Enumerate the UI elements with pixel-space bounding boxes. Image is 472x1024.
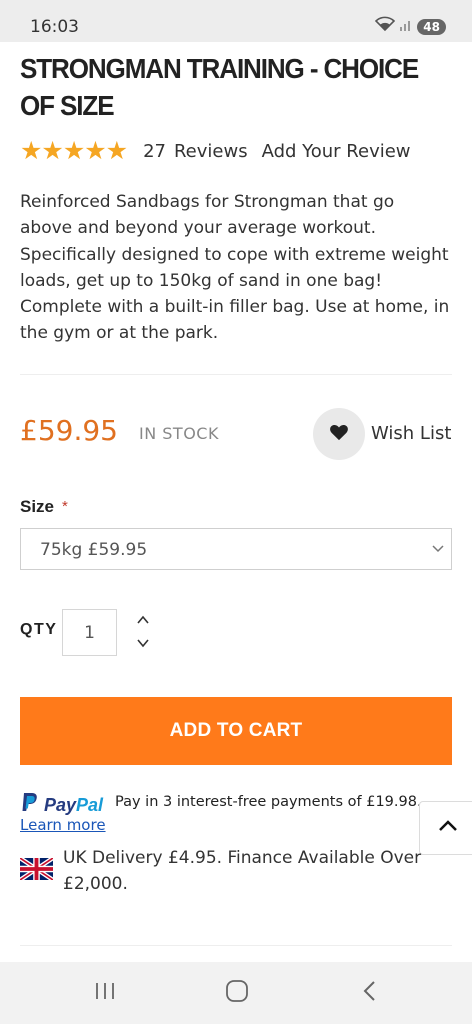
paypal-message: Pay in 3 interest-free payments of £19.9…: [115, 794, 422, 810]
wifi-icon: [375, 16, 396, 37]
chevron-down-icon: [431, 541, 445, 560]
signal-icon: [399, 17, 413, 36]
heart-icon: [329, 423, 349, 446]
recent-apps-icon[interactable]: [94, 980, 116, 1007]
product-title: STRONGMAN TRAINING - CHOICE OF SIZE: [20, 53, 419, 121]
learn-more-link[interactable]: Learn more: [20, 816, 106, 834]
delivery-info: UK Delivery £4.95. Finance Available Ove…: [63, 848, 422, 894]
add-to-cart-button[interactable]: ADD TO CART: [20, 697, 452, 765]
chevron-up-icon: [438, 819, 458, 838]
paypal-logo: PayPal: [21, 792, 103, 818]
system-nav-bar: [0, 962, 472, 1024]
battery-icon: 48: [417, 18, 446, 35]
divider: [20, 374, 452, 375]
size-label: Size: [20, 497, 55, 516]
divider: [20, 945, 452, 946]
product-price: £59.95: [20, 414, 118, 447]
wish-list-link[interactable]: Wish List: [371, 423, 451, 444]
status-bar: 16:03 48: [0, 0, 472, 42]
status-time: 16:03: [30, 17, 79, 37]
product-description: Reinforced Sandbags for Strongman that g…: [20, 192, 450, 344]
chevron-up-icon[interactable]: [136, 613, 150, 631]
size-selected-value: 75kg £59.95: [40, 540, 148, 560]
add-review-link[interactable]: Add Your Review: [262, 141, 411, 162]
size-select[interactable]: 75kg £59.95: [20, 528, 452, 570]
rating-stars: ★★★★★: [20, 137, 128, 165]
home-icon[interactable]: [225, 980, 249, 1007]
rating-row: ★★★★★ 27 Reviews Add Your Review: [20, 139, 411, 164]
status-icons: 48: [375, 16, 446, 37]
back-icon[interactable]: [360, 980, 378, 1007]
paypal-wordmark: PayPal: [44, 794, 104, 815]
required-marker: *: [62, 498, 68, 515]
qty-label: QTY: [20, 621, 58, 638]
qty-input[interactable]: [62, 609, 117, 656]
paypal-icon: [21, 792, 39, 818]
reviews-link[interactable]: Reviews: [174, 141, 248, 162]
review-count-link[interactable]: 27: [143, 141, 166, 162]
stock-status: IN STOCK: [139, 424, 219, 443]
uk-flag-icon: [18, 856, 55, 885]
wish-list-button[interactable]: [313, 408, 365, 460]
chevron-down-icon[interactable]: [136, 636, 150, 654]
